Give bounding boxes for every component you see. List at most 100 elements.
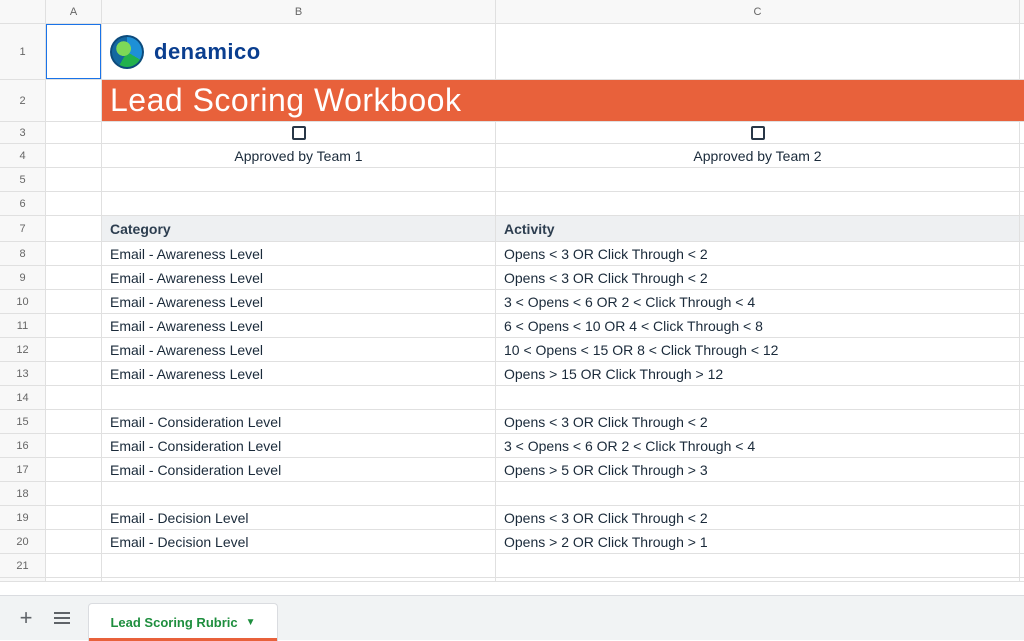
cell-activity[interactable] (496, 386, 1020, 410)
cell-a1[interactable] (46, 24, 102, 80)
cell-category[interactable]: Email - Awareness Level (102, 290, 496, 314)
cell-category[interactable]: Email - Decision Level (102, 506, 496, 530)
row-header-21[interactable]: 21 (0, 554, 46, 578)
cell-a11[interactable] (46, 314, 102, 338)
row-header-8[interactable]: 8 (0, 242, 46, 266)
cell-activity[interactable]: Opens > 5 OR Click Through > 3 (496, 458, 1020, 482)
cell-category[interactable] (102, 554, 496, 578)
cell-activity[interactable]: Opens < 3 OR Click Through < 2 (496, 242, 1020, 266)
row-header-15[interactable]: 15 (0, 410, 46, 434)
cell-c3[interactable] (496, 122, 1020, 144)
cell-category[interactable]: Email - Awareness Level (102, 266, 496, 290)
cell-d4[interactable] (1020, 144, 1024, 168)
row-header-17[interactable]: 17 (0, 458, 46, 482)
cell-b5[interactable] (102, 168, 496, 192)
cell-category[interactable]: Email - Consideration Level (102, 434, 496, 458)
cell-activity[interactable] (496, 554, 1020, 578)
row-header-4[interactable]: 4 (0, 144, 46, 168)
col-header-c[interactable]: C (496, 0, 1020, 23)
cell-date[interactable] (1020, 482, 1024, 506)
spreadsheet-grid[interactable]: 1 denamico 2 Lead Scoring Workbook 3 (0, 24, 1024, 581)
cell-a21[interactable] (46, 554, 102, 578)
cell-b3[interactable] (102, 122, 496, 144)
cell-a12[interactable] (46, 338, 102, 362)
add-sheet-button[interactable]: + (8, 600, 44, 636)
cell-date[interactable] (1020, 362, 1024, 386)
cell-a19[interactable] (46, 506, 102, 530)
cell-category[interactable] (102, 386, 496, 410)
cell-a7[interactable] (46, 216, 102, 242)
checkbox-team2[interactable] (751, 126, 765, 140)
cell-a6[interactable] (46, 192, 102, 216)
cell-activity[interactable] (496, 482, 1020, 506)
cell-date[interactable]: Mos (1020, 266, 1024, 290)
header-date[interactable]: Date (1020, 216, 1024, 242)
row-header-20[interactable]: 20 (0, 530, 46, 554)
col-header-b[interactable]: B (102, 0, 496, 23)
cell-activity[interactable]: 10 < Opens < 15 OR 8 < Click Through < 1… (496, 338, 1020, 362)
title-banner[interactable]: Lead Scoring Workbook (102, 80, 1024, 122)
row-header-16[interactable]: 16 (0, 434, 46, 458)
cell-category[interactable]: Email - Decision Level (102, 530, 496, 554)
cell-a16[interactable] (46, 434, 102, 458)
row-header-19[interactable]: 19 (0, 506, 46, 530)
row-header-11[interactable]: 11 (0, 314, 46, 338)
cell-c6[interactable] (496, 192, 1020, 216)
cell-a18[interactable] (46, 482, 102, 506)
row-header-18[interactable]: 18 (0, 482, 46, 506)
cell-a2[interactable] (46, 80, 102, 122)
row-header-9[interactable]: 9 (0, 266, 46, 290)
cell-category[interactable]: Email - Consideration Level (102, 458, 496, 482)
all-sheets-button[interactable] (44, 600, 80, 636)
row-header-5[interactable]: 5 (0, 168, 46, 192)
cell-a14[interactable] (46, 386, 102, 410)
col-header-a[interactable]: A (46, 0, 102, 23)
cell-a13[interactable] (46, 362, 102, 386)
cell-category[interactable]: Email - Consideration Level (102, 410, 496, 434)
cell-date[interactable] (1020, 434, 1024, 458)
cell-a10[interactable] (46, 290, 102, 314)
cell-date[interactable] (1020, 530, 1024, 554)
col-header-d[interactable]: D (1020, 0, 1024, 23)
header-activity[interactable]: Activity (496, 216, 1020, 242)
cell-c5[interactable] (496, 168, 1020, 192)
cell-activity[interactable]: Opens > 2 OR Click Through > 1 (496, 530, 1020, 554)
cell-activity[interactable]: 3 < Opens < 6 OR 2 < Click Through < 4 (496, 434, 1020, 458)
cell-activity[interactable]: Opens > 15 OR Click Through > 12 (496, 362, 1020, 386)
row-header-14[interactable]: 14 (0, 386, 46, 410)
checkbox-team1[interactable] (292, 126, 306, 140)
cell-c1[interactable] (496, 24, 1020, 80)
sheet-tab-active[interactable]: Lead Scoring Rubric ▼ (88, 603, 278, 641)
row-header-13[interactable]: 13 (0, 362, 46, 386)
cell-activity[interactable]: Opens < 3 OR Click Through < 2 (496, 266, 1020, 290)
row-header-2[interactable]: 2 (0, 80, 46, 122)
row-header-1[interactable]: 1 (0, 24, 46, 80)
cell-category[interactable] (102, 482, 496, 506)
cell-activity[interactable]: Opens < 3 OR Click Through < 2 (496, 506, 1020, 530)
cell-d6[interactable] (1020, 192, 1024, 216)
cell-d5[interactable] (1020, 168, 1024, 192)
cell-date[interactable] (1020, 338, 1024, 362)
row-header-3[interactable]: 3 (0, 122, 46, 144)
cell-activity[interactable]: Opens < 3 OR Click Through < 2 (496, 410, 1020, 434)
cell-c4[interactable]: Approved by Team 2 (496, 144, 1020, 168)
header-category[interactable]: Category (102, 216, 496, 242)
cell-date[interactable] (1020, 554, 1024, 578)
select-all-corner[interactable] (0, 0, 46, 23)
cell-a17[interactable] (46, 458, 102, 482)
cell-date[interactable]: Mos (1020, 242, 1024, 266)
cell-date[interactable] (1020, 410, 1024, 434)
row-header-6[interactable]: 6 (0, 192, 46, 216)
horizontal-scroll-area[interactable] (0, 581, 1024, 595)
cell-a3[interactable] (46, 122, 102, 144)
row-header-10[interactable]: 10 (0, 290, 46, 314)
cell-a4[interactable] (46, 144, 102, 168)
cell-activity[interactable]: 6 < Opens < 10 OR 4 < Click Through < 8 (496, 314, 1020, 338)
cell-date[interactable] (1020, 386, 1024, 410)
cell-category[interactable]: Email - Awareness Level (102, 242, 496, 266)
cell-date[interactable] (1020, 506, 1024, 530)
row-header-7[interactable]: 7 (0, 216, 46, 242)
cell-a8[interactable] (46, 242, 102, 266)
cell-d3[interactable] (1020, 122, 1024, 144)
cell-category[interactable]: Email - Awareness Level (102, 362, 496, 386)
